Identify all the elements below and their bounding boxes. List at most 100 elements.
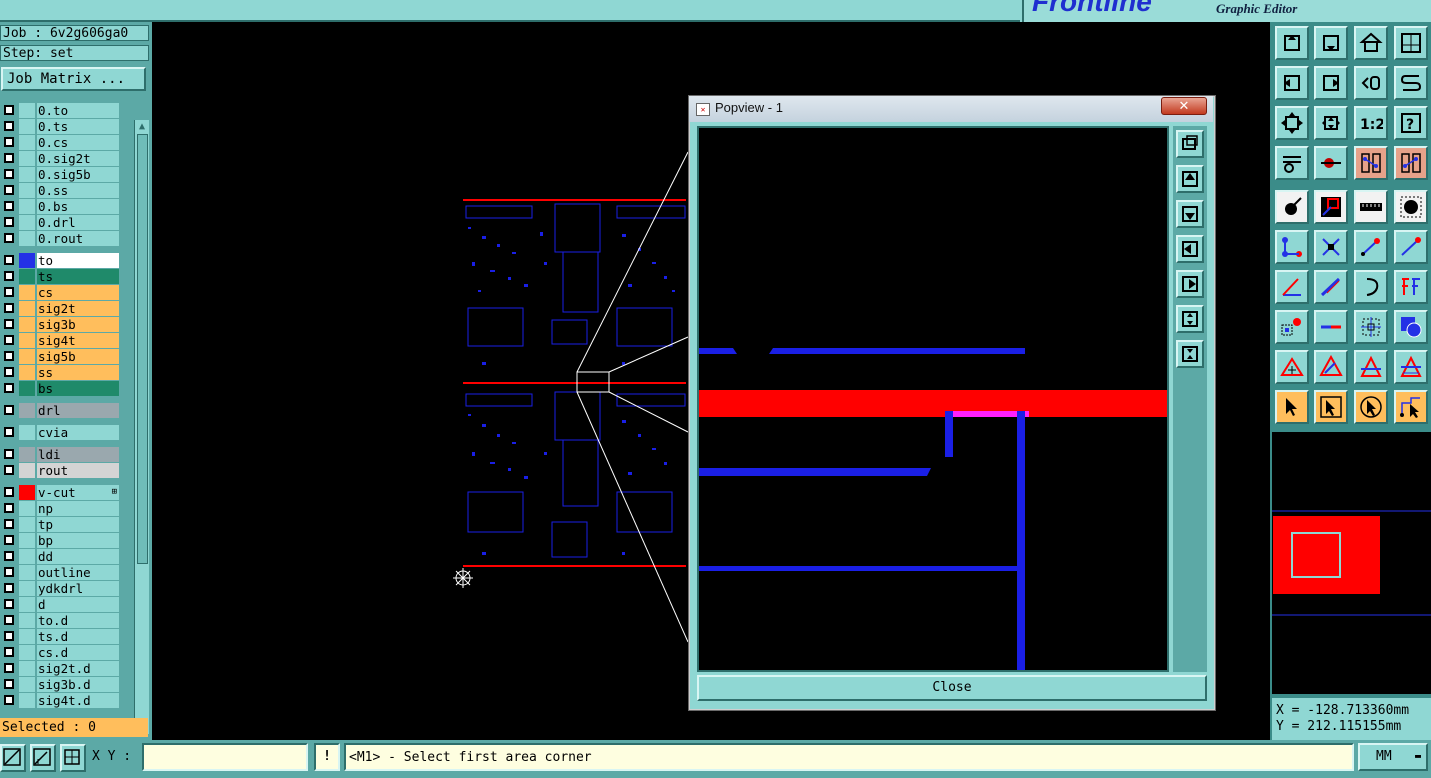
layer-color-swatch[interactable] [19,167,35,182]
pan-down-icon[interactable] [1176,200,1204,228]
layer-name[interactable]: ts [37,269,119,284]
layer-row[interactable]: dd [2,549,120,564]
layer-name[interactable]: 0.cs [37,135,119,150]
layer-row[interactable]: 0.rout [2,231,120,246]
angle-icon[interactable] [1275,270,1309,304]
layer-checkbox[interactable] [4,599,14,609]
layer-color-swatch[interactable] [19,403,35,418]
layer-color-swatch[interactable] [19,301,35,316]
round-pad-icon[interactable] [1394,190,1428,224]
layer-row[interactable]: 0.drl [2,215,120,230]
layer-row[interactable]: to [2,253,120,268]
pad-select-icon[interactable] [1275,190,1309,224]
ruler-icon[interactable] [1354,190,1388,224]
layer-row[interactable]: d [2,597,120,612]
layer-checkbox[interactable] [4,503,14,513]
layer-row[interactable]: sig4t.d [2,693,120,708]
dropdown-icon[interactable]: ▬ [1415,745,1421,769]
layer-checkbox[interactable] [4,695,14,705]
layer-name[interactable]: 0.drl [37,215,119,230]
layer-name[interactable]: rout [37,463,119,478]
layer-row[interactable]: 0.ss [2,183,120,198]
units-select[interactable]: MM ▬ [1358,743,1428,771]
layer-checkbox[interactable] [4,335,14,345]
layer-name[interactable]: sig5b [37,349,119,364]
layer-name[interactable]: sig4t.d [37,693,119,708]
layer-color-swatch[interactable] [19,645,35,660]
layer-checkbox[interactable] [4,567,14,577]
layer-color-swatch[interactable] [19,677,35,692]
xy-input[interactable] [142,743,308,771]
pan-left-icon[interactable] [1176,235,1204,263]
layer-row[interactable]: drl [2,403,120,418]
layer-color-swatch[interactable] [19,349,35,364]
layer-color-swatch[interactable] [19,135,35,150]
layer-color-swatch[interactable] [19,285,35,300]
swap-view-icon[interactable] [1354,66,1388,100]
layer-checkbox[interactable] [4,153,14,163]
pad-add-icon[interactable] [1275,310,1309,344]
layer-color-swatch[interactable] [19,381,35,396]
layer-name[interactable]: cs.d [37,645,119,660]
layer-color-swatch[interactable] [19,661,35,676]
line-move-icon[interactable] [1394,230,1428,264]
layer-checkbox[interactable] [4,217,14,227]
layer-name[interactable]: cs [37,285,119,300]
layer-color-swatch[interactable] [19,119,35,134]
job-matrix-button[interactable]: Job Matrix ... [1,67,146,91]
layer-checkbox[interactable] [4,201,14,211]
pan-up-icon[interactable] [1176,165,1204,193]
layer-name[interactable]: sig3b [37,317,119,332]
layer-checkbox[interactable] [4,185,14,195]
layer-row[interactable]: 0.sig5b [2,167,120,182]
select-cursor-icon[interactable] [1275,390,1309,424]
layer-name[interactable]: ss [37,365,119,380]
layer-row[interactable]: to.d [2,613,120,628]
layer-checkbox[interactable] [4,583,14,593]
area-select-icon[interactable] [1314,190,1348,224]
layer-row[interactable]: cs.d [2,645,120,660]
layer-row[interactable]: 0.to [2,103,120,118]
layer-name[interactable]: np [37,501,119,516]
arc-icon[interactable] [1354,270,1388,304]
expand-icon[interactable]: ⊞ [112,485,117,500]
view-top-icon[interactable] [1275,26,1309,60]
layer-color-swatch[interactable] [19,533,35,548]
layer-color-swatch[interactable] [19,447,35,462]
layer-color-swatch[interactable] [19,597,35,612]
alert-button[interactable]: ! [314,743,340,771]
layer-name[interactable]: to [37,253,119,268]
layer-checkbox[interactable] [4,535,14,545]
layer-checkbox[interactable] [4,449,14,459]
popview-close-button[interactable]: Close [697,675,1207,701]
layer-name[interactable]: sig2t [37,301,119,316]
layer-name[interactable]: sig2t.d [37,661,119,676]
layer-row[interactable]: np [2,501,120,516]
home-icon[interactable] [1354,26,1388,60]
zoom-fit-icon[interactable] [1275,106,1309,140]
layer-color-swatch[interactable] [19,613,35,628]
close-icon[interactable]: ✕ [1161,97,1207,115]
zoom-out-icon[interactable] [1176,340,1204,368]
layer-row[interactable]: 0.ts [2,119,120,134]
layer-row[interactable]: 0.cs [2,135,120,150]
zoom-corner-icon[interactable] [0,744,26,772]
layer-color-swatch[interactable] [19,581,35,596]
scale-1-2-icon[interactable]: 1:2 [1354,106,1388,140]
redraw-icon[interactable] [1394,66,1428,100]
layer-color-swatch[interactable] [19,199,35,214]
layer-name[interactable]: ydkdrl [37,581,119,596]
layer-checkbox[interactable] [4,303,14,313]
layer-checkbox[interactable] [4,427,14,437]
layer-color-swatch[interactable] [19,269,35,284]
layer-checkbox[interactable] [4,121,14,131]
layer-row[interactable]: sig3b.d [2,677,120,692]
layer-color-swatch[interactable] [19,103,35,118]
snap-icon[interactable] [1354,310,1388,344]
layer-checkbox[interactable] [4,663,14,673]
text-frame-icon[interactable] [1394,270,1428,304]
netlist-compare-icon[interactable] [1394,146,1428,180]
layer-checkbox[interactable] [4,255,14,265]
probe-icon[interactable] [1314,146,1348,180]
popview-viewport[interactable] [697,126,1169,672]
